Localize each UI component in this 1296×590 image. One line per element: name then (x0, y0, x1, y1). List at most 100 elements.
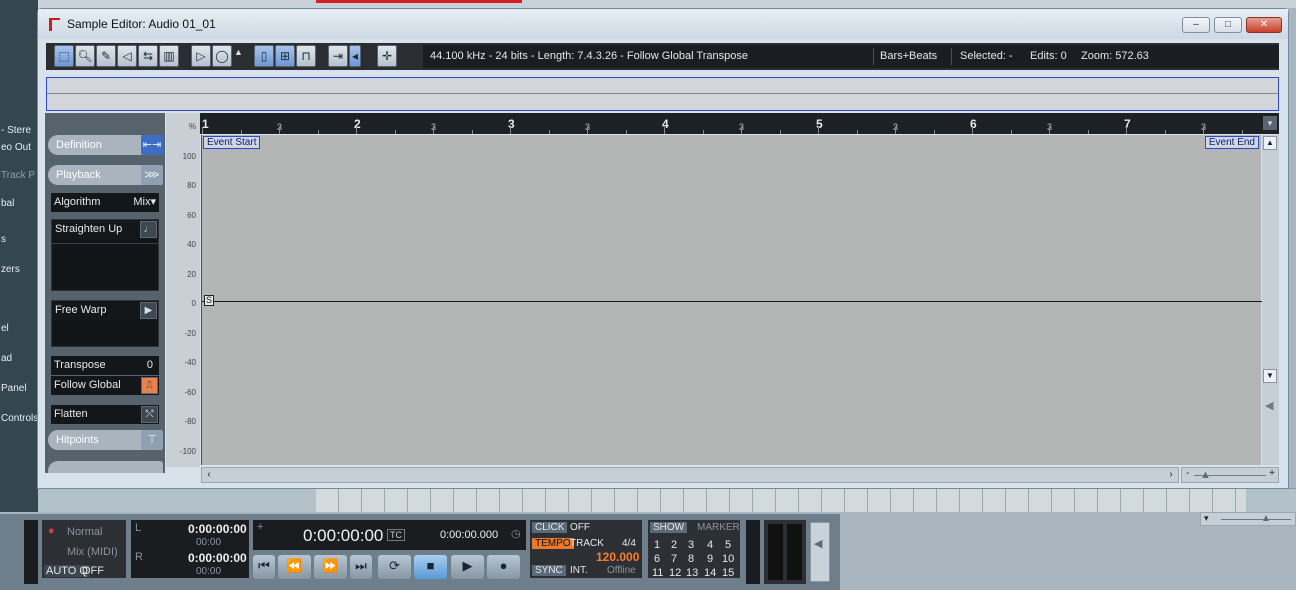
vertical-zoom-handle-icon[interactable]: ◀ (1265, 399, 1275, 412)
go-to-end-button[interactable]: ⏭ (350, 555, 372, 579)
left-locator-icon[interactable]: L (135, 522, 141, 534)
project-grid (316, 488, 1246, 512)
scroll-right-icon[interactable]: › (1164, 468, 1178, 482)
bg-label: el (1, 323, 9, 334)
ruler-options-icon[interactable]: ▾ (1263, 116, 1277, 130)
bar-ruler[interactable]: 1 3 2 3 3 3 4 3 5 3 6 3 7 3 ▾ (200, 113, 1279, 134)
clock-icon[interactable]: ◷ (511, 527, 521, 540)
right-locator[interactable]: 0:00:00:00 (188, 551, 247, 565)
tempo-label[interactable]: TEMPO (532, 538, 574, 549)
dropdown-arrow-icon[interactable]: ▲ (234, 47, 243, 57)
marker-2[interactable]: 2 (671, 539, 677, 551)
flatten-icon[interactable]: ⤲ (141, 406, 158, 423)
marker-13[interactable]: 13 (686, 567, 698, 579)
title-bar[interactable]: Sample Editor: Audio 01_01 – □ ✕ (38, 9, 1288, 39)
horizontal-scrollbar[interactable]: ‹ › (201, 467, 1179, 483)
warp-tool[interactable]: ⇆ (138, 45, 158, 67)
marker-4[interactable]: 4 (707, 539, 713, 551)
master-volume-slider[interactable]: ◀ (810, 522, 830, 582)
marker-15[interactable]: 15 (722, 567, 734, 579)
ruler-tick (1203, 127, 1204, 134)
transpose-row[interactable]: Transpose 0 (51, 356, 159, 375)
slice-tool[interactable]: ▥ (159, 45, 179, 67)
marker-10[interactable]: 10 (722, 553, 734, 565)
record-button[interactable]: ● (487, 555, 520, 579)
autoscroll-button[interactable]: ⇥ (328, 45, 348, 67)
right-locator-icon[interactable]: R (135, 551, 143, 563)
project-zoom-slider[interactable]: ▾ ▲ (1200, 512, 1296, 526)
fast-forward-button[interactable]: ⏩ (314, 555, 347, 579)
go-to-start-button[interactable]: ⏮ (253, 555, 275, 579)
waveform-overview[interactable] (46, 77, 1279, 111)
rewind-button[interactable]: ⏪ (278, 555, 311, 579)
primary-time[interactable]: 0:00:00:00 (303, 526, 383, 546)
hitpoint-button[interactable]: ⊓ (296, 45, 316, 67)
marker-3[interactable]: 3 (688, 539, 694, 551)
follow-global-toggle[interactable]: ⎍ (141, 377, 158, 394)
autoscroll-options-icon[interactable]: ◂ (349, 45, 361, 67)
definition-icon[interactable]: ⇤⇥ (141, 135, 163, 155)
scroll-up-icon[interactable]: ▲ (1263, 136, 1277, 150)
close-button[interactable]: ✕ (1246, 17, 1282, 33)
next-section[interactable] (48, 461, 163, 473)
sync-label[interactable]: SYNC (532, 565, 566, 576)
volume-handle-icon[interactable]: ◀ (814, 537, 822, 550)
playback-section[interactable]: Playback ⋙ (48, 165, 163, 185)
project-zoom-dropdown-icon[interactable]: ▾ (1204, 513, 1209, 524)
mode-mix[interactable]: Mix (MIDI) (67, 546, 118, 558)
snap-zero-button[interactable]: ⊞ (275, 45, 295, 67)
project-zoom-thumb-icon[interactable]: ▲ (1261, 513, 1271, 524)
click-label[interactable]: CLICK (532, 522, 568, 533)
ruler-format[interactable]: Bars+Beats (880, 45, 937, 68)
algorithm-select[interactable]: Mix▾ (133, 193, 156, 212)
marker-5[interactable]: 5 (725, 539, 731, 551)
nudge-plus-icon[interactable]: + (257, 521, 263, 533)
left-locator[interactable]: 0:00:00:00 (188, 522, 247, 536)
show-markers-button[interactable]: SHOW (650, 522, 688, 533)
time-format-badge[interactable]: TC (387, 529, 405, 541)
definition-section[interactable]: Definition ⇤⇥ (48, 135, 163, 155)
note-icon[interactable]: ♩ (140, 221, 157, 238)
hitpoints-icon[interactable]: ⊤ (141, 430, 163, 450)
playback-icon[interactable]: ⋙ (141, 165, 163, 185)
zoom-in-icon[interactable]: + (1269, 468, 1275, 479)
zoom-tool[interactable]: 🔍︎ (75, 45, 95, 67)
horizontal-zoom-slider[interactable]: - ▲ + (1181, 467, 1279, 483)
scroll-left-icon[interactable]: ‹ (202, 468, 216, 482)
marker-8[interactable]: 8 (688, 553, 694, 565)
algorithm-row[interactable]: Algorithm Mix▾ (51, 193, 159, 212)
transpose-value[interactable]: 0 (147, 356, 153, 375)
minimize-button[interactable]: – (1182, 17, 1210, 33)
draw-tool[interactable]: ✎ (96, 45, 116, 67)
secondary-time[interactable]: 0:00:00.000 (440, 529, 498, 541)
play-audition-button[interactable]: ▷ (191, 45, 211, 67)
waveform-display[interactable]: Event Start Event End S (201, 135, 1262, 465)
range-select-tool[interactable]: ⬚ (54, 45, 74, 67)
silence-marker[interactable]: S (204, 295, 214, 306)
stop-button[interactable]: ■ (414, 555, 447, 579)
tempo-value[interactable]: 120.000 (596, 550, 639, 564)
zoom-out-icon[interactable]: - (1186, 468, 1189, 479)
marker-1[interactable]: 1 (654, 539, 660, 551)
crosshair-button[interactable]: ✛ (377, 45, 397, 67)
play-button[interactable]: ▶ (451, 555, 484, 579)
event-end-marker[interactable]: Event End (1204, 136, 1259, 149)
zoom-thumb-icon[interactable]: ▲ (1200, 469, 1211, 481)
vertical-scrollbar[interactable]: ▲ ▼ ◀ (1262, 135, 1279, 465)
snap-button[interactable]: ▯ (254, 45, 274, 67)
event-start-marker[interactable]: Event Start (203, 136, 261, 149)
marker-14[interactable]: 14 (704, 567, 716, 579)
speaker-tool[interactable]: ◁ (117, 45, 137, 67)
loop-audition-button[interactable]: ◯ (212, 45, 232, 67)
marker-7[interactable]: 7 (671, 553, 677, 565)
mode-normal[interactable]: Normal (67, 526, 102, 538)
marker-6[interactable]: 6 (654, 553, 660, 565)
maximize-button[interactable]: □ (1214, 17, 1242, 33)
cycle-button[interactable]: ⟳ (378, 555, 411, 579)
scroll-down-icon[interactable]: ▼ (1263, 369, 1277, 383)
marker-12[interactable]: 12 (669, 567, 681, 579)
marker-11[interactable]: 11 (652, 567, 663, 579)
free-warp-icon[interactable]: ▶ (140, 302, 157, 319)
hitpoints-section[interactable]: Hitpoints ⊤ (48, 430, 163, 450)
marker-9[interactable]: 9 (707, 553, 713, 565)
